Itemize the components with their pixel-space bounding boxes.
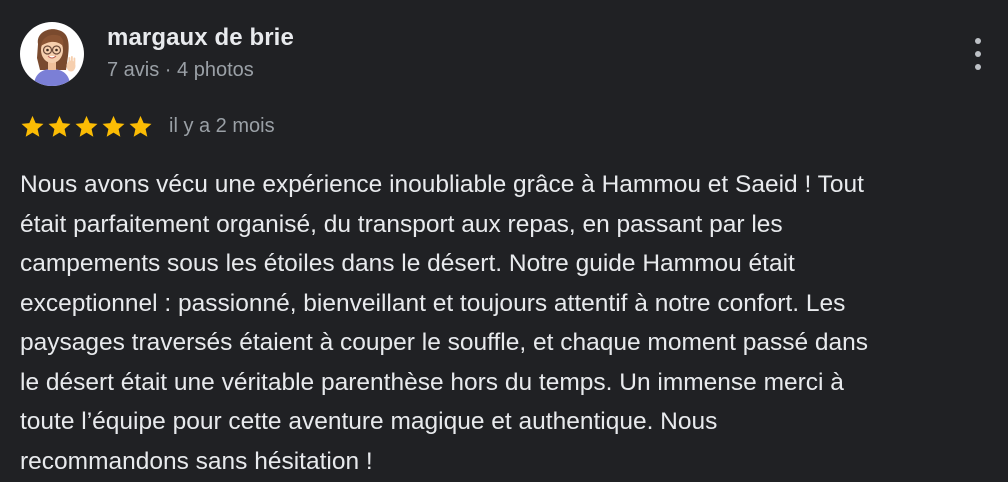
star-icon xyxy=(48,115,71,137)
review-date: il y a 2 mois xyxy=(169,114,275,137)
review-text-line: toute l’équipe pour cette aventure magiq… xyxy=(20,408,718,435)
review-text: Nous avons vécu une expérience inoubliab… xyxy=(20,165,1000,481)
review-text-line: Nous avons vécu une expérience inoubliab… xyxy=(20,171,864,198)
star-icon xyxy=(21,115,44,137)
review-text-line: campements sous les étoiles dans le dése… xyxy=(20,250,795,277)
star-icon xyxy=(102,115,125,137)
author-avatar[interactable] xyxy=(20,22,84,86)
review-text-line: le désert était une véritable parenthèse… xyxy=(20,368,844,396)
review-text-line: exceptionnel : passionné, bienveillant e… xyxy=(20,289,846,317)
author-review-count: 7 avis · 4 photos xyxy=(107,59,254,81)
star-icon xyxy=(75,115,98,137)
star-rating xyxy=(20,114,153,139)
review-card: margaux de brie 7 avis · 4 photos il y a… xyxy=(0,0,1008,482)
more-options-button[interactable] xyxy=(962,34,994,74)
review-text-line: recommandons sans hésitation ! xyxy=(20,447,373,475)
memoji-avatar-icon xyxy=(34,29,76,86)
rating-row: il y a 2 mois xyxy=(20,112,275,140)
review-text-line: paysages traversés étaient à couper le s… xyxy=(20,329,869,356)
author-name[interactable]: margaux de brie xyxy=(107,24,294,52)
star-icon xyxy=(129,115,152,137)
review-text-line: était parfaitement organisé, du transpor… xyxy=(20,210,783,238)
